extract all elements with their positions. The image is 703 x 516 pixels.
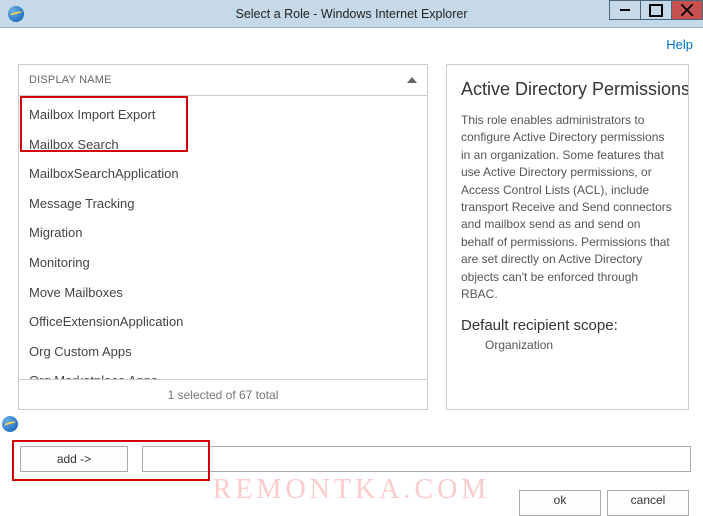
list-item[interactable]: Migration bbox=[19, 218, 427, 248]
scope-label: Default recipient scope: bbox=[461, 317, 676, 334]
window-buttons bbox=[610, 0, 703, 22]
list-item[interactable]: Message Tracking bbox=[19, 189, 427, 219]
add-row: add -> bbox=[20, 446, 691, 472]
selected-roles-input[interactable] bbox=[142, 446, 691, 472]
list-item[interactable]: Org Custom Apps bbox=[19, 337, 427, 367]
add-button[interactable]: add -> bbox=[20, 446, 128, 472]
selection-status: 1 selected of 67 total bbox=[19, 379, 427, 409]
window-close-button[interactable] bbox=[671, 0, 703, 20]
window-titlebar: Select a Role - Windows Internet Explore… bbox=[0, 0, 703, 28]
column-header-display-name: DISPLAY NAME bbox=[29, 74, 112, 86]
list-item[interactable]: MailboxSearchApplication bbox=[19, 159, 427, 189]
ie-icon bbox=[8, 6, 24, 22]
list-item[interactable]: Move Mailboxes bbox=[19, 278, 427, 308]
list-item[interactable]: Monitoring bbox=[19, 248, 427, 278]
window-title: Select a Role - Windows Internet Explore… bbox=[235, 7, 467, 21]
list-item[interactable]: Mailbox Import Export bbox=[19, 100, 427, 130]
list-item[interactable]: OfficeExtensionApplication bbox=[19, 307, 427, 337]
scope-value: Organization bbox=[461, 338, 676, 352]
ie-icon bbox=[2, 416, 18, 432]
window-maximize-button[interactable] bbox=[640, 0, 672, 20]
list-item[interactable]: Mailbox Search bbox=[19, 130, 427, 160]
window-minimize-button[interactable] bbox=[609, 0, 641, 20]
role-title: Active Directory Permissions bbox=[461, 79, 676, 100]
toolbar: Help bbox=[0, 28, 703, 62]
cancel-button[interactable]: cancel bbox=[607, 490, 689, 516]
role-details-panel: Active Directory Permissions This role e… bbox=[446, 64, 689, 410]
role-list-header[interactable]: DISPLAY NAME bbox=[19, 64, 427, 96]
role-description: This role enables administrators to conf… bbox=[461, 112, 676, 303]
sort-ascending-icon bbox=[407, 77, 417, 83]
list-item[interactable]: Org Marketplace Apps bbox=[19, 366, 427, 379]
ok-button[interactable]: ok bbox=[519, 490, 601, 516]
role-details-scroll[interactable]: Active Directory Permissions This role e… bbox=[447, 65, 688, 409]
role-list[interactable]: Mailbox Import Export Mailbox Search Mai… bbox=[19, 96, 427, 379]
help-link[interactable]: Help bbox=[666, 37, 693, 52]
role-list-panel: DISPLAY NAME Mailbox Import Export Mailb… bbox=[18, 64, 428, 410]
dialog-footer-buttons: ok cancel bbox=[519, 490, 689, 516]
